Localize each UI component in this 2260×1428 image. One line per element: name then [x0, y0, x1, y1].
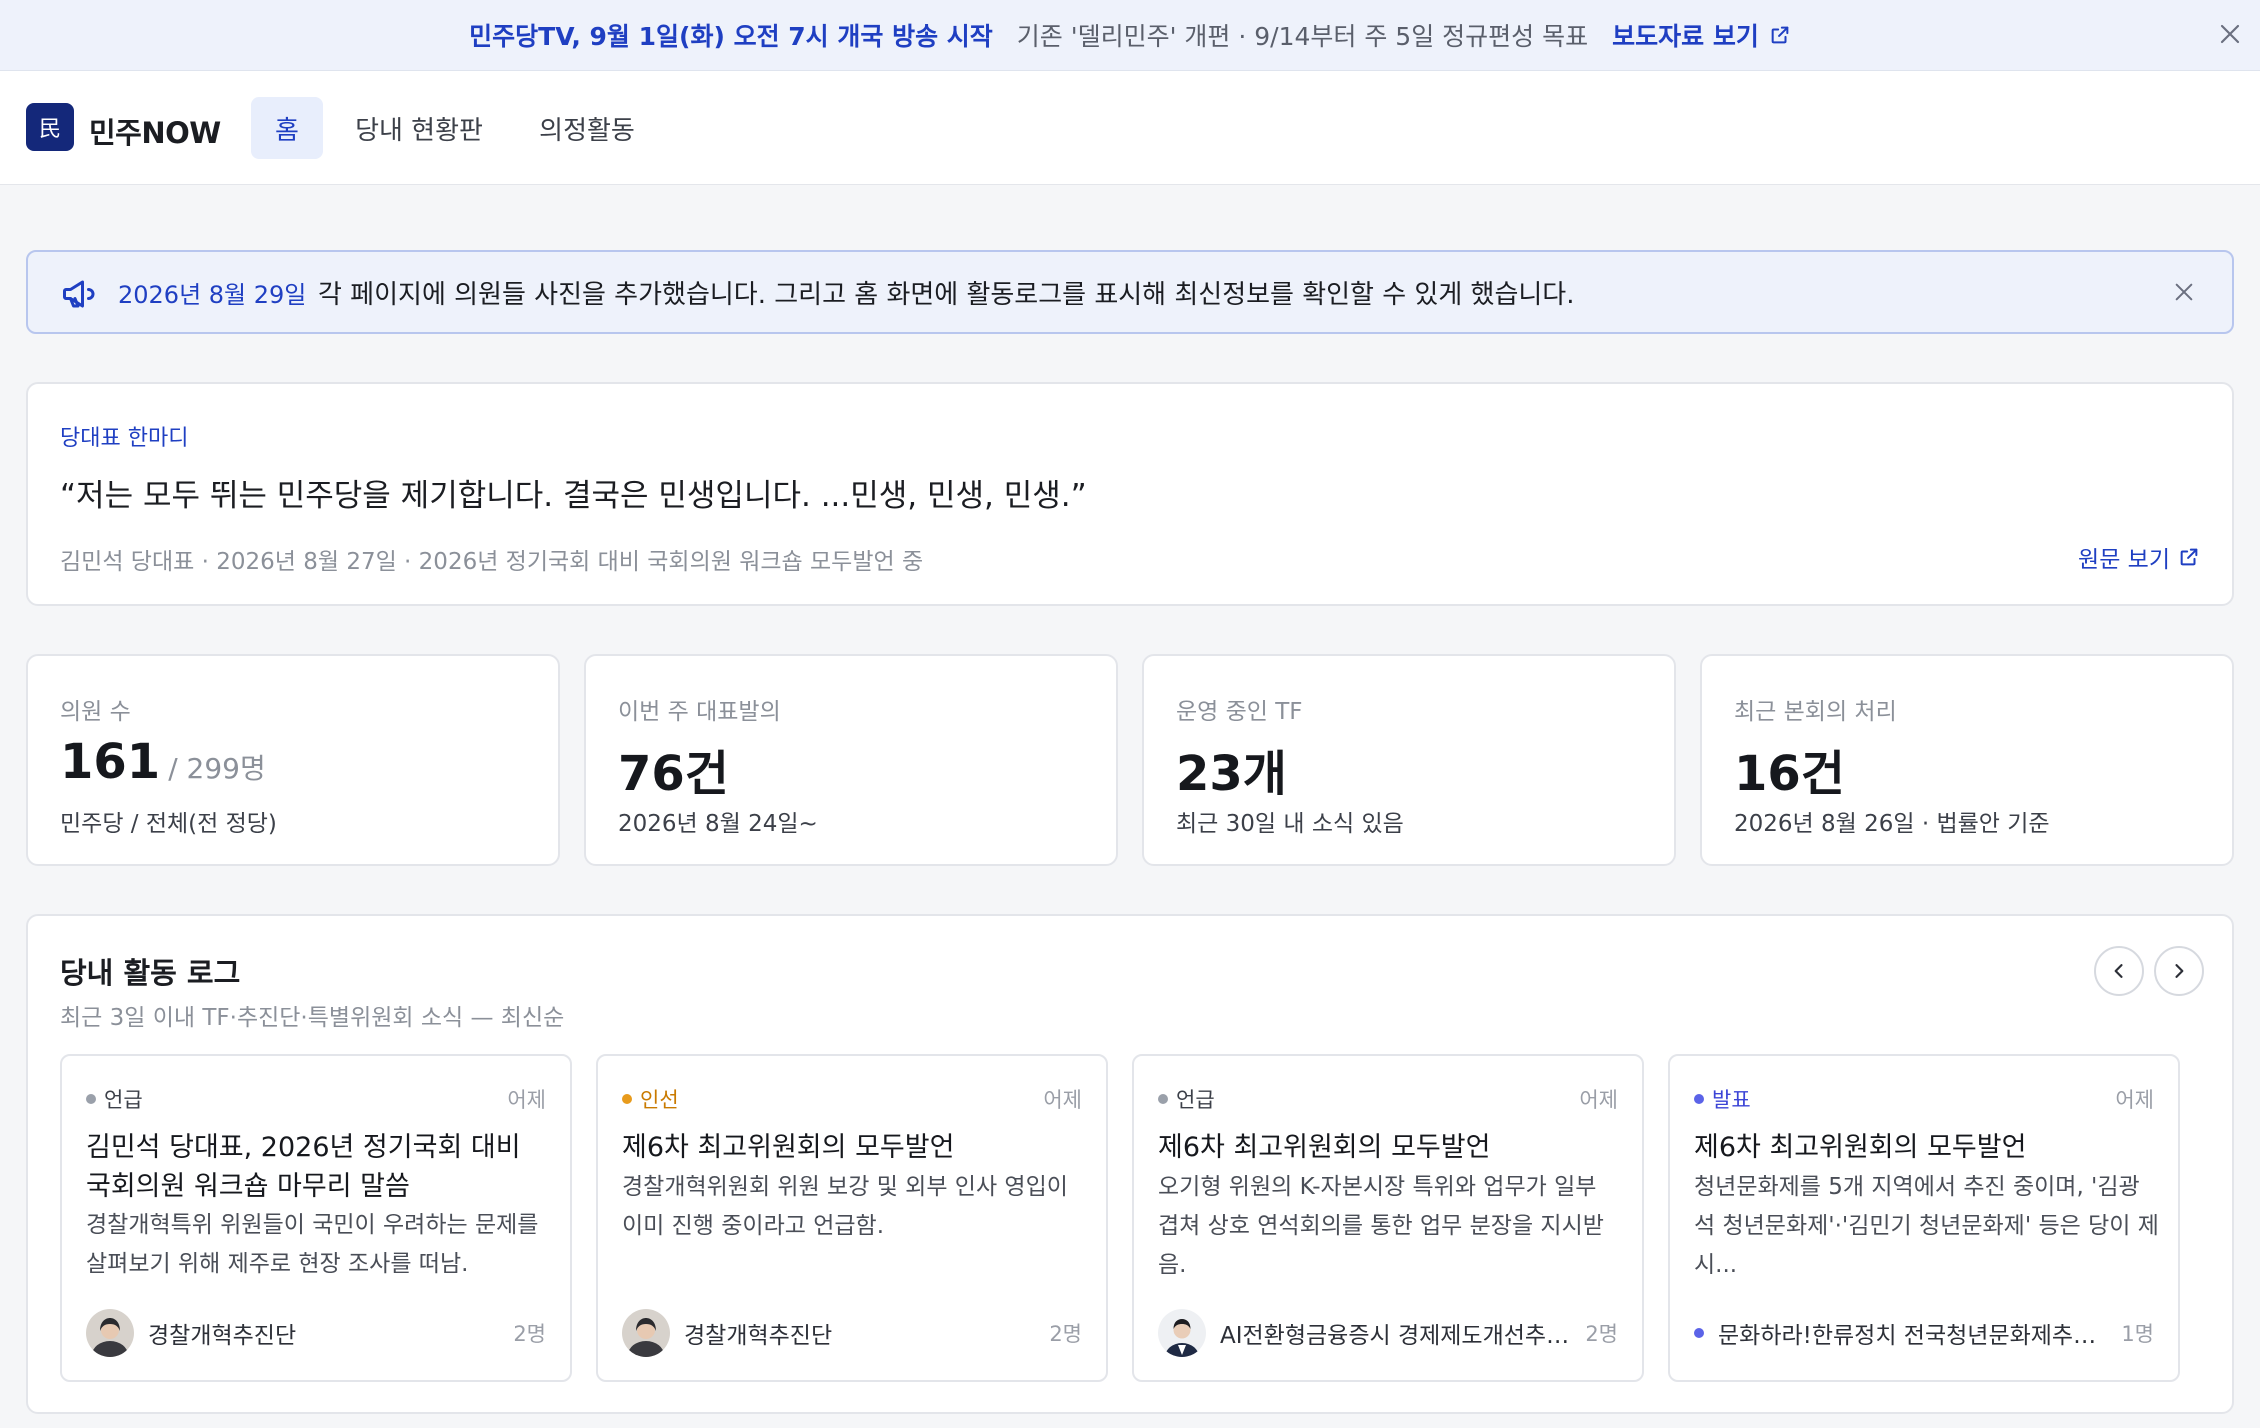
stat-label: 최근 본회의 처리: [1734, 699, 1897, 725]
quote-label: 당대표 한마디: [60, 426, 189, 451]
tab-home[interactable]: 홈: [251, 97, 323, 159]
activity-title: 제6차 최고위원회의 모두발언: [1158, 1132, 1491, 1163]
stat-card-plenary[interactable]: 최근 본회의 처리 16건 2026년 8월 26일 · 법률안 기준: [1700, 654, 2234, 866]
press-release-link-label: 보도자료 보기: [1612, 22, 1759, 51]
activity-org: 문화하라!한류정치 전국청년문화제추진단: [1718, 1323, 2112, 1349]
stat-subtext: 민주당 / 전체(전 정당): [60, 811, 277, 837]
tag-label: 언급: [104, 1088, 143, 1112]
activity-body: 경찰개혁위원회 위원 보강 및 외부 인사 영입이 이미 진행 중이라고 언급함…: [622, 1174, 1068, 1239]
close-icon: [2220, 24, 2240, 44]
activity-body: 경찰개혁특위 위원들이 국민이 우려하는 문제를 살펴보기 위해 제주로 현장 …: [86, 1212, 539, 1277]
activity-body: 오기형 위원의 K-자본시장 특위와 업무가 일부 겹쳐 상호 연석회의를 통한…: [1158, 1174, 1604, 1278]
avatar: [86, 1309, 134, 1357]
activity-tag: 언급: [86, 1084, 143, 1114]
tag-dot: [1158, 1094, 1168, 1104]
quote-source: 김민석 당대표 · 2026년 8월 27일 · 2026년 정기국회 대비 국…: [60, 549, 924, 575]
activity-body: 청년문화제를 5개 지역에서 추진 중이며, '김광석 청년문화제'·'김민기 …: [1694, 1174, 2159, 1278]
main-navigation: 民 민주NOW 홈 당내 현황판 의정활동: [0, 71, 2260, 185]
stat-value: 23개: [1176, 746, 1287, 802]
tag-label: 인선: [640, 1088, 679, 1112]
activity-member-count: 1명: [2121, 1322, 2154, 1346]
external-link-icon: [1771, 26, 1789, 44]
activity-time: 어제: [507, 1088, 546, 1112]
activity-log-subtitle: 최근 3일 이내 TF·추진단·특별위원회 소식 — 최신순: [60, 1005, 565, 1031]
tag-label: 언급: [1176, 1088, 1215, 1112]
stat-total: / 299명: [168, 752, 266, 785]
activity-title: 김민석 당대표, 2026년 정기국회 대비 국회의원 워크숍 마무리 말씀: [86, 1132, 521, 1202]
chevron-right-icon: [2175, 964, 2184, 978]
announcement-description: 기존 '델리민주' 개편 · 9/14부터 주 5일 정규편성 목표: [1016, 22, 1589, 51]
activity-tag: 인선: [622, 1084, 679, 1114]
activity-card[interactable]: 언급 어제 김민석 당대표, 2026년 정기국회 대비 국회의원 워크숍 마무…: [60, 1054, 572, 1382]
leader-quote-card: 당대표 한마디 “저는 모두 뛰는 민주당을 제기합니다. 결국은 민생입니다.…: [26, 382, 2234, 606]
activity-log-section: 당내 활동 로그 최근 3일 이내 TF·추진단·특별위원회 소식 — 최신순 …: [26, 914, 2234, 1414]
activity-time: 어제: [2115, 1088, 2154, 1112]
external-link-icon: [2180, 548, 2198, 566]
quote-text: “저는 모두 뛰는 민주당을 제기합니다. 결국은 민생입니다. ...민생, …: [60, 478, 1087, 514]
activity-footer: 경찰개혁추진단 2명: [86, 1308, 546, 1358]
tag-dot: [86, 1094, 96, 1104]
activity-time: 어제: [1579, 1088, 1618, 1112]
stat-subtext: 최근 30일 내 소식 있음: [1176, 811, 1404, 837]
org-dot: [1694, 1328, 1704, 1338]
view-original-label: 원문 보기: [2078, 547, 2170, 573]
prev-button[interactable]: [2094, 946, 2144, 996]
activity-card[interactable]: 발표 어제 제6차 최고위원회의 모두발언 청년문화제를 5개 지역에서 추진 …: [1668, 1054, 2180, 1382]
next-button[interactable]: [2154, 946, 2204, 996]
megaphone-icon: [63, 280, 95, 308]
activity-footer: 문화하라!한류정치 전국청년문화제추진단 1명: [1694, 1308, 2154, 1358]
stat-value: 161/ 299명: [60, 734, 266, 790]
activity-title: 제6차 최고위원회의 모두발언: [622, 1132, 955, 1163]
activity-member-count: 2명: [513, 1322, 546, 1346]
notice-date: 2026년 8월 29일: [118, 280, 307, 309]
press-release-link[interactable]: 보도자료 보기: [1612, 17, 1791, 53]
announcement-bar: 민주당TV, 9월 1일(화) 오전 7시 개국 방송 시작 기존 '델리민주'…: [0, 0, 2260, 71]
announcement-title: 민주당TV, 9월 1일(화) 오전 7시 개국 방송 시작: [469, 22, 993, 51]
view-original-link[interactable]: 원문 보기: [2078, 540, 2200, 574]
logo-mark[interactable]: 民: [26, 103, 74, 151]
stat-card-members[interactable]: 의원 수 161/ 299명 민주당 / 전체(전 정당): [26, 654, 560, 866]
stat-value: 76건: [618, 746, 729, 802]
notice-text: 각 페이지에 의원들 사진을 추가했습니다. 그리고 홈 화면에 활동로그를 표…: [318, 279, 1575, 310]
stat-label: 의원 수: [60, 699, 131, 725]
activity-time: 어제: [1043, 1088, 1082, 1112]
stat-subtext: 2026년 8월 26일 · 법률안 기준: [1734, 811, 2050, 837]
close-notice-button[interactable]: [2162, 270, 2206, 314]
logo-text[interactable]: 민주NOW: [89, 110, 221, 152]
tag-dot: [1694, 1094, 1704, 1104]
activity-member-count: 2명: [1585, 1322, 1618, 1346]
activity-footer: 경찰개혁추진단 2명: [622, 1308, 1082, 1358]
activity-org: AI전환형금융증시 경제제도개선추진단: [1220, 1323, 1576, 1349]
tag-dot: [622, 1094, 632, 1104]
avatar: [622, 1309, 670, 1357]
stat-value: 16건: [1734, 746, 1845, 802]
avatar: [1158, 1309, 1206, 1357]
activity-card[interactable]: 언급 어제 제6차 최고위원회의 모두발언 오기형 위원의 K-자본시장 특위와…: [1132, 1054, 1644, 1382]
tab-legislative-activity[interactable]: 의정활동: [526, 97, 648, 159]
activity-title: 제6차 최고위원회의 모두발언: [1694, 1132, 2027, 1163]
activity-org: 경찰개혁추진단: [684, 1323, 833, 1349]
stat-card-tf[interactable]: 운영 중인 TF 23개 최근 30일 내 소식 있음: [1142, 654, 1676, 866]
tag-label: 발표: [1712, 1088, 1751, 1112]
close-announcement-button[interactable]: [2208, 12, 2252, 56]
tab-party-dashboard[interactable]: 당내 현황판: [344, 97, 494, 159]
activity-card[interactable]: 인선 어제 제6차 최고위원회의 모두발언 경찰개혁위원회 위원 보강 및 외부…: [596, 1054, 1108, 1382]
stat-label: 이번 주 대표발의: [618, 699, 781, 725]
activity-member-count: 2명: [1049, 1322, 1082, 1346]
update-notice: 2026년 8월 29일 각 페이지에 의원들 사진을 추가했습니다. 그리고 …: [26, 250, 2234, 334]
stat-card-bills[interactable]: 이번 주 대표발의 76건 2026년 8월 24일~: [584, 654, 1118, 866]
stat-subtext: 2026년 8월 24일~: [618, 811, 818, 837]
stat-number: 161: [60, 734, 161, 790]
activity-footer: AI전환형금융증시 경제제도개선추진단 2명: [1158, 1308, 1618, 1358]
activity-org: 경찰개혁추진단: [148, 1323, 297, 1349]
activity-log-title: 당내 활동 로그: [60, 956, 241, 990]
chevron-left-icon: [2114, 964, 2123, 978]
close-icon: [2175, 283, 2193, 301]
activity-tag: 언급: [1158, 1084, 1215, 1114]
stat-label: 운영 중인 TF: [1176, 699, 1303, 725]
activity-tag: 발표: [1694, 1084, 1751, 1114]
